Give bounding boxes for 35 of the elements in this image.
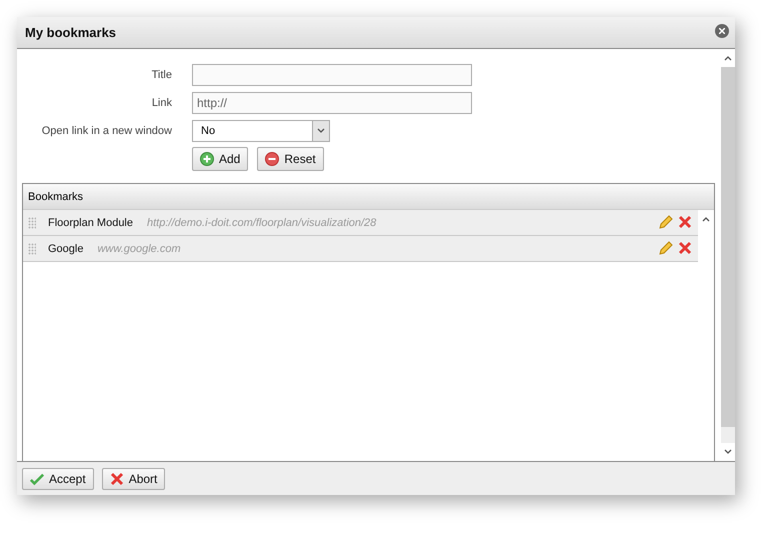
caret-up-icon[interactable] bbox=[724, 55, 732, 61]
checkmark-icon bbox=[30, 472, 44, 486]
delete-icon[interactable] bbox=[678, 215, 692, 229]
add-button[interactable]: Add bbox=[192, 147, 248, 171]
abort-button[interactable]: Abort bbox=[102, 468, 166, 490]
bookmark-url: www.google.com bbox=[97, 242, 182, 254]
input-field[interactable]: http:// bbox=[192, 92, 472, 114]
drag-handle-icon[interactable] bbox=[28, 216, 36, 228]
bookmark-row[interactable]: Floorplan Module http://demo.i-doit.com/floorplan/visualization/28 bbox=[23, 210, 698, 236]
field-label: Link bbox=[150, 97, 172, 109]
dropdown[interactable]: No bbox=[192, 120, 330, 142]
accept-button[interactable]: Accept bbox=[22, 468, 94, 490]
caret-up-icon[interactable] bbox=[702, 216, 710, 222]
cross-icon bbox=[110, 472, 124, 486]
drag-handle-icon[interactable] bbox=[28, 242, 36, 254]
close-icon bbox=[719, 28, 725, 34]
bookmark-title: Floorplan Module bbox=[48, 216, 133, 228]
panel-header: Bookmarks bbox=[23, 184, 714, 210]
pencil-icon[interactable] bbox=[658, 215, 673, 230]
minus-icon bbox=[265, 152, 280, 166]
bookmark-url: http://demo.i-doit.com/floorplan/visualization/28 bbox=[147, 216, 378, 228]
close-button[interactable] bbox=[715, 24, 729, 38]
caret-down-icon[interactable] bbox=[724, 449, 732, 455]
delete-icon[interactable] bbox=[678, 241, 692, 255]
field-label: Open link in a new window bbox=[40, 125, 172, 137]
window-title: My bookmarks bbox=[25, 25, 116, 40]
scrollbar[interactable] bbox=[721, 49, 735, 461]
bookmark-title: Google bbox=[48, 242, 84, 254]
bookmark-row[interactable]: Google www.google.com bbox=[23, 236, 698, 262]
pencil-icon[interactable] bbox=[658, 241, 673, 256]
plus-icon bbox=[200, 152, 214, 166]
caret-down-icon[interactable] bbox=[317, 128, 325, 134]
reset-button[interactable]: Reset bbox=[257, 147, 324, 171]
input-field[interactable] bbox=[192, 64, 472, 86]
field-label: Title bbox=[150, 69, 172, 81]
